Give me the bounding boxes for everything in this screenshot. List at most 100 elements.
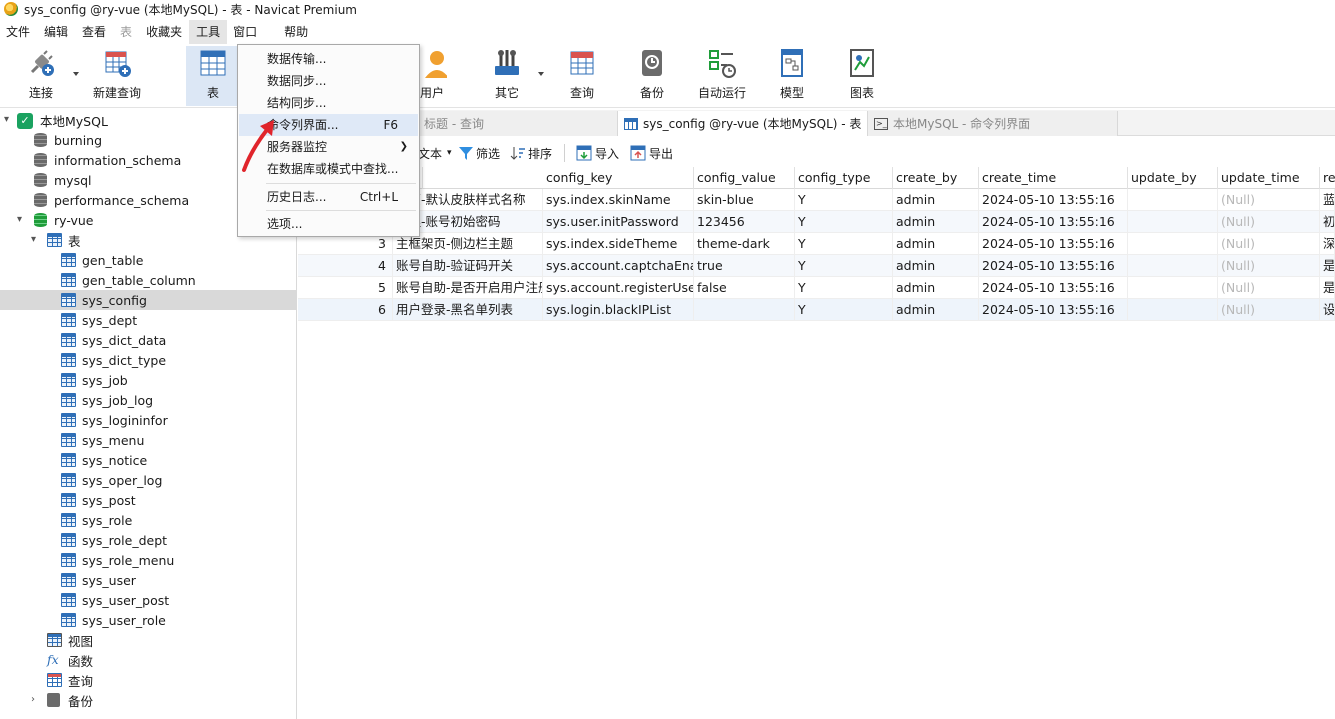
cell-remark[interactable]: 初 (1320, 211, 1335, 233)
tree-queries-group[interactable]: 查询 (0, 670, 296, 690)
model-button[interactable]: 模型 (765, 46, 819, 106)
column-header-remark[interactable]: re (1320, 167, 1335, 189)
cell-remark[interactable]: 设 (1320, 299, 1335, 321)
tree-table-item[interactable]: sys_notice (0, 450, 296, 470)
connect-button[interactable]: 连接 (14, 46, 68, 106)
filter-button[interactable]: 筛选 (458, 144, 500, 162)
sort-button[interactable]: 排序 (510, 144, 552, 162)
tree-table-item[interactable]: sys_job (0, 370, 296, 390)
cell-create-time[interactable]: 2024-05-10 13:55:16 (979, 277, 1128, 299)
tab-query[interactable]: 标题 - 查询 (418, 111, 618, 136)
cell-config-type[interactable]: Y (795, 277, 893, 299)
tree-table-item[interactable]: sys_config (0, 290, 296, 310)
tab-sys-config-table[interactable]: sys_config @ry-vue (本地MySQL) - 表 (618, 111, 868, 136)
tree-table-item[interactable]: sys_user (0, 570, 296, 590)
query-button[interactable]: 查询 (555, 46, 609, 106)
backup-button[interactable]: 备份 (625, 46, 679, 106)
tree-table-item[interactable]: sys_job_log (0, 390, 296, 410)
new-query-button[interactable]: 新建查询 (86, 46, 148, 106)
cell-config-type[interactable]: Y (795, 189, 893, 211)
column-header-create-by[interactable]: create_by (893, 167, 979, 189)
tree-backups-group[interactable]: › 备份 (0, 690, 296, 710)
chevron-down-icon[interactable]: ▾ (31, 235, 41, 245)
cell-create-time[interactable]: 2024-05-10 13:55:16 (979, 299, 1128, 321)
table-button[interactable]: 表 (186, 46, 240, 106)
table-row[interactable]: 4账号自助-验证码开关sys.account.captchaEnabledtru… (298, 255, 1335, 277)
menu-favorites[interactable]: 收藏夹 (139, 20, 189, 44)
cell-update-by[interactable] (1128, 211, 1218, 233)
cell-update-time[interactable]: (Null) (1218, 255, 1320, 277)
cell-update-by[interactable] (1128, 277, 1218, 299)
tree-table-item[interactable]: sys_user_post (0, 590, 296, 610)
table-row[interactable]: 6 用户登录-黑名单列表 sys.login.blackIPList Yadmin 20… (298, 299, 1335, 321)
cell-config-type[interactable]: Y (795, 299, 893, 321)
cell-config-id[interactable]: 4 (298, 255, 393, 277)
tree-views-group[interactable]: 视图 (0, 630, 296, 650)
cell-create-by[interactable]: admin (893, 189, 979, 211)
cell-update-time[interactable]: (Null) (1218, 233, 1320, 255)
tree-table-item[interactable]: sys_user_role (0, 610, 296, 630)
cell-create-by[interactable]: admin (893, 299, 979, 321)
cell-update-by[interactable] (1128, 299, 1218, 321)
cell-config-value[interactable]: 123456 (694, 211, 795, 233)
column-header-create-time[interactable]: create_time (979, 167, 1128, 189)
cell-config-value[interactable] (694, 299, 795, 321)
cell-create-time[interactable]: 2024-05-10 13:55:16 (979, 211, 1128, 233)
cell-update-time[interactable]: (Null) (1218, 277, 1320, 299)
tab-command-line[interactable]: >_ 本地MySQL - 命令列界面 (868, 111, 1118, 136)
tree-table-item[interactable]: sys_dict_data (0, 330, 296, 350)
cell-update-by[interactable] (1128, 189, 1218, 211)
tree-table-item[interactable]: sys_oper_log (0, 470, 296, 490)
cell-config-name[interactable]: 用户登录-黑名单列表 (393, 299, 543, 321)
column-header-config-key[interactable]: config_key (543, 167, 694, 189)
cell-create-time[interactable]: 2024-05-10 13:55:16 (979, 233, 1128, 255)
tree-table-item[interactable]: sys_role_menu (0, 550, 296, 570)
cell-update-time[interactable]: (Null) (1218, 189, 1320, 211)
chart-button[interactable]: 图表 (835, 46, 889, 106)
tree-table-item[interactable]: sys_role_dept (0, 530, 296, 550)
menu-file[interactable]: 文件 (0, 20, 37, 44)
tree-table-item[interactable]: gen_table (0, 250, 296, 270)
export-button[interactable]: 导出 (630, 144, 673, 162)
cell-create-time[interactable]: 2024-05-10 13:55:16 (979, 255, 1128, 277)
table-row[interactable]: 管理-账号初始密码 sys.user.initPassword 123456 Yadm… (298, 211, 1335, 233)
cell-config-name[interactable]: 账号自助-验证码开关 (393, 255, 543, 277)
cell-config-key[interactable]: sys.account.captchaEnabled (543, 255, 694, 277)
cell-remark[interactable]: 是 (1320, 277, 1335, 299)
tree-table-item[interactable]: sys_menu (0, 430, 296, 450)
menu-item-data-sync[interactable]: 数据同步... (239, 70, 418, 92)
cell-remark[interactable]: 深 (1320, 233, 1335, 255)
tree-table-item[interactable]: sys_role (0, 510, 296, 530)
cell-config-value[interactable]: theme-dark (694, 233, 795, 255)
cell-config-type[interactable]: Y (795, 211, 893, 233)
cell-config-value[interactable]: false (694, 277, 795, 299)
table-row[interactable]: 架页-默认皮肤样式名称 sys.index.skinName skin-blue Ya… (298, 189, 1335, 211)
cell-create-by[interactable]: admin (893, 255, 979, 277)
text-view-button[interactable]: 文本 ▾ (418, 144, 452, 162)
menu-item-history-log[interactable]: 历史日志... Ctrl+L (239, 186, 418, 208)
column-header-update-by[interactable]: update_by (1128, 167, 1218, 189)
cell-config-key[interactable]: sys.index.sideTheme (543, 233, 694, 255)
table-row[interactable]: 5 账号自助-是否开启用户注册 sys.account.registerUser fa… (298, 277, 1335, 299)
cell-config-key[interactable]: sys.login.blackIPList (543, 299, 694, 321)
cell-remark[interactable]: 蓝 (1320, 189, 1335, 211)
cell-config-id[interactable]: 6 (298, 299, 393, 321)
chevron-down-icon[interactable]: ▾ (4, 115, 14, 125)
tree-table-item[interactable]: gen_table_column (0, 270, 296, 290)
cell-create-by[interactable]: admin (893, 211, 979, 233)
chevron-down-icon[interactable]: ▾ (17, 215, 27, 225)
cell-remark[interactable]: 是 (1320, 255, 1335, 277)
menu-item-options[interactable]: 选项... (239, 213, 418, 235)
cell-update-by[interactable] (1128, 255, 1218, 277)
import-button[interactable]: 导入 (576, 144, 619, 162)
cell-create-time[interactable]: 2024-05-10 13:55:16 (979, 189, 1128, 211)
other-dropdown-caret[interactable] (538, 72, 544, 76)
menu-help[interactable]: 帮助 (277, 20, 315, 44)
cell-config-type[interactable]: Y (795, 255, 893, 277)
tree-table-item[interactable]: sys_post (0, 490, 296, 510)
cell-update-by[interactable] (1128, 233, 1218, 255)
cell-create-by[interactable]: admin (893, 277, 979, 299)
cell-config-name[interactable]: 账号自助-是否开启用户注册 (393, 277, 543, 299)
column-header-config-value[interactable]: config_value (694, 167, 795, 189)
tree-table-item[interactable]: sys_dict_type (0, 350, 296, 370)
